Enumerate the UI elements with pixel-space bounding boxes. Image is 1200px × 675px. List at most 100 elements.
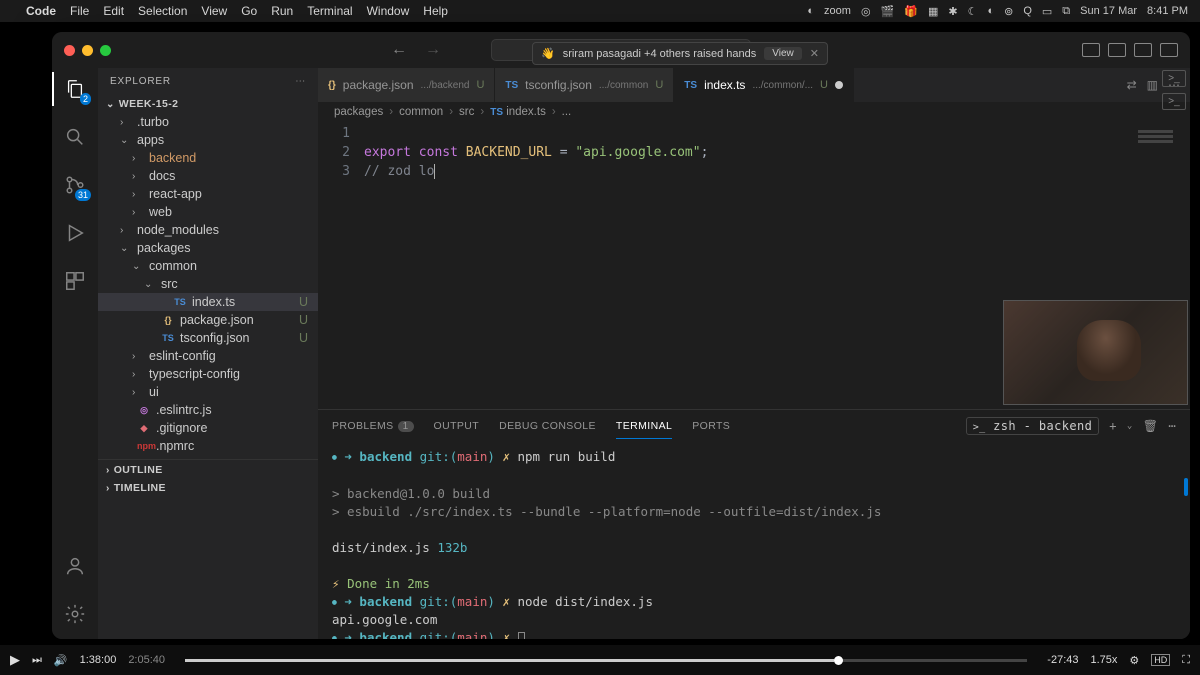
menubar-time[interactable]: 8:41 PM <box>1147 5 1188 17</box>
next-button[interactable]: ⏭ <box>32 654 42 667</box>
compare-icon[interactable]: ⇄ <box>1127 78 1137 92</box>
split-icon[interactable]: ▥ <box>1147 78 1158 92</box>
layout-secondary-icon[interactable] <box>1134 43 1152 57</box>
file-package.json[interactable]: {}package.jsonU <box>98 311 318 329</box>
folder-packages[interactable]: ⌄packages <box>98 239 318 257</box>
nav-back-icon[interactable]: ← <box>391 41 407 59</box>
breadcrumb-item[interactable]: ... <box>562 106 572 118</box>
breadcrumb-item[interactable]: TS index.ts <box>490 106 546 118</box>
file-.eslintrc.js[interactable]: ◎.eslintrc.js <box>98 401 318 419</box>
file-tsconfig.json[interactable]: TStsconfig.jsonU <box>98 329 318 347</box>
file-.gitignore[interactable]: ◆.gitignore <box>98 419 318 437</box>
breadcrumbs[interactable]: packages›common›src›TS index.ts›... <box>318 102 1190 122</box>
video-progress[interactable] <box>185 659 1027 662</box>
panel-tab-debug-console[interactable]: DEBUG CONSOLE <box>499 414 596 438</box>
maximize-window-button[interactable] <box>100 45 111 56</box>
folder-docs[interactable]: ›docs <box>98 167 318 185</box>
menubar-icon[interactable]: ✱ <box>948 5 957 18</box>
webcam-overlay[interactable] <box>1003 300 1188 405</box>
minimize-window-button[interactable] <box>82 45 93 56</box>
layout-customize-icon[interactable] <box>1160 43 1178 57</box>
folder-.turbo[interactable]: ›.turbo <box>98 113 318 131</box>
menu-terminal[interactable]: Terminal <box>307 4 352 18</box>
breadcrumb-item[interactable]: packages <box>334 106 383 118</box>
menubar-icon[interactable]: 🎁 <box>904 5 918 18</box>
tab-tsconfig.json[interactable]: TStsconfig.json.../commonU <box>495 68 674 102</box>
menubar-icon[interactable]: Q <box>1023 5 1032 17</box>
terminal-shell-icon[interactable]: >_ <box>1162 70 1186 87</box>
activity-extensions[interactable] <box>62 268 88 294</box>
file-index.ts[interactable]: TSindex.tsU <box>98 293 318 311</box>
layout-panel-icon[interactable] <box>1108 43 1126 57</box>
notification-view-button[interactable]: View <box>764 47 802 60</box>
panel-tab-problems[interactable]: PROBLEMS1 <box>332 414 414 438</box>
menubar-icon[interactable]: ◎ <box>861 5 871 18</box>
panel-tab-terminal[interactable]: TERMINAL <box>616 414 672 439</box>
folder-web[interactable]: ›web <box>98 203 318 221</box>
breadcrumb-item[interactable]: common <box>399 106 443 118</box>
folder-ui[interactable]: ›ui <box>98 383 318 401</box>
menu-run[interactable]: Run <box>271 4 293 18</box>
notification-close-button[interactable]: ✕ <box>810 47 819 60</box>
nav-forward-icon[interactable]: → <box>425 41 441 59</box>
tab-package.json[interactable]: {}package.json.../backendU <box>318 68 495 102</box>
folder-node_modules[interactable]: ›node_modules <box>98 221 318 239</box>
folder-src[interactable]: ⌄src <box>98 275 318 293</box>
moon-icon[interactable]: ☾ <box>968 5 978 18</box>
terminal-scrollbar[interactable] <box>1184 478 1188 496</box>
battery-icon[interactable]: ▭ <box>1042 5 1052 18</box>
menu-window[interactable]: Window <box>367 4 410 18</box>
menubar-icon[interactable]: ◐ <box>807 5 814 17</box>
menubar-icon[interactable]: 🎬 <box>881 5 895 18</box>
menubar-date[interactable]: Sun 17 Mar <box>1080 5 1137 17</box>
tab-index.ts[interactable]: TSindex.ts.../common/...U <box>674 68 854 102</box>
captions-icon[interactable]: HD <box>1151 654 1170 666</box>
folder-eslint-config[interactable]: ›eslint-config <box>98 347 318 365</box>
terminal-dropdown-icon[interactable]: ⌄ <box>1127 421 1133 431</box>
timeline-section[interactable]: › TIMELINE <box>98 479 318 497</box>
video-speed[interactable]: 1.75x <box>1091 654 1118 666</box>
activity-scm[interactable]: 31 <box>62 172 88 198</box>
terminal-selector[interactable]: >_ zsh - backend <box>966 417 1100 435</box>
breadcrumb-item[interactable]: src <box>459 106 474 118</box>
panel-tab-ports[interactable]: PORTS <box>692 414 730 438</box>
kill-terminal-icon[interactable]: 🗑 <box>1143 419 1159 433</box>
menubar-icon[interactable]: ▦ <box>928 5 938 18</box>
activity-explorer[interactable]: 2 <box>62 76 88 102</box>
outline-section[interactable]: › OUTLINE <box>98 459 318 479</box>
settings-icon[interactable]: ⚙ <box>1129 654 1139 667</box>
more-icon[interactable]: ⋯ <box>1168 419 1176 433</box>
menu-view[interactable]: View <box>201 4 227 18</box>
panel-tab-output[interactable]: OUTPUT <box>434 414 480 438</box>
folder-apps[interactable]: ⌄apps <box>98 131 318 149</box>
play-button[interactable]: ▶ <box>10 652 20 668</box>
new-terminal-button[interactable]: + <box>1109 419 1117 433</box>
activity-search[interactable] <box>62 124 88 150</box>
menu-selection[interactable]: Selection <box>138 4 187 18</box>
zoom-status[interactable]: zoom <box>824 5 851 17</box>
activity-debug[interactable] <box>62 220 88 246</box>
fullscreen-icon[interactable]: ⛶ <box>1182 654 1190 667</box>
menu-help[interactable]: Help <box>423 4 448 18</box>
menubar-icon[interactable]: ◐ <box>987 5 994 17</box>
wifi-icon[interactable]: ⊚ <box>1004 5 1013 18</box>
close-window-button[interactable] <box>64 45 75 56</box>
control-center-icon[interactable]: ⧉ <box>1062 5 1070 18</box>
folder-backend[interactable]: ›backend <box>98 149 318 167</box>
terminal-shell-icon[interactable]: >_ <box>1162 93 1186 110</box>
menu-edit[interactable]: Edit <box>103 4 124 18</box>
menubar-app[interactable]: Code <box>26 4 56 18</box>
activity-settings[interactable] <box>62 601 88 627</box>
tree-root[interactable]: ⌄ WEEK-15-2 <box>98 95 318 113</box>
layout-primary-icon[interactable] <box>1082 43 1100 57</box>
folder-typescript-config[interactable]: ›typescript-config <box>98 365 318 383</box>
sidebar-more-icon[interactable]: ⋯ <box>295 76 306 87</box>
file-.npmrc[interactable]: npm.npmrc <box>98 437 318 455</box>
terminal[interactable]: ● ➜ backend git:(main) ✗ npm run build >… <box>318 442 1190 639</box>
menu-go[interactable]: Go <box>241 4 257 18</box>
activity-account[interactable] <box>62 553 88 579</box>
menu-file[interactable]: File <box>70 4 89 18</box>
volume-icon[interactable]: 🔊 <box>54 654 68 667</box>
folder-common[interactable]: ⌄common <box>98 257 318 275</box>
folder-react-app[interactable]: ›react-app <box>98 185 318 203</box>
